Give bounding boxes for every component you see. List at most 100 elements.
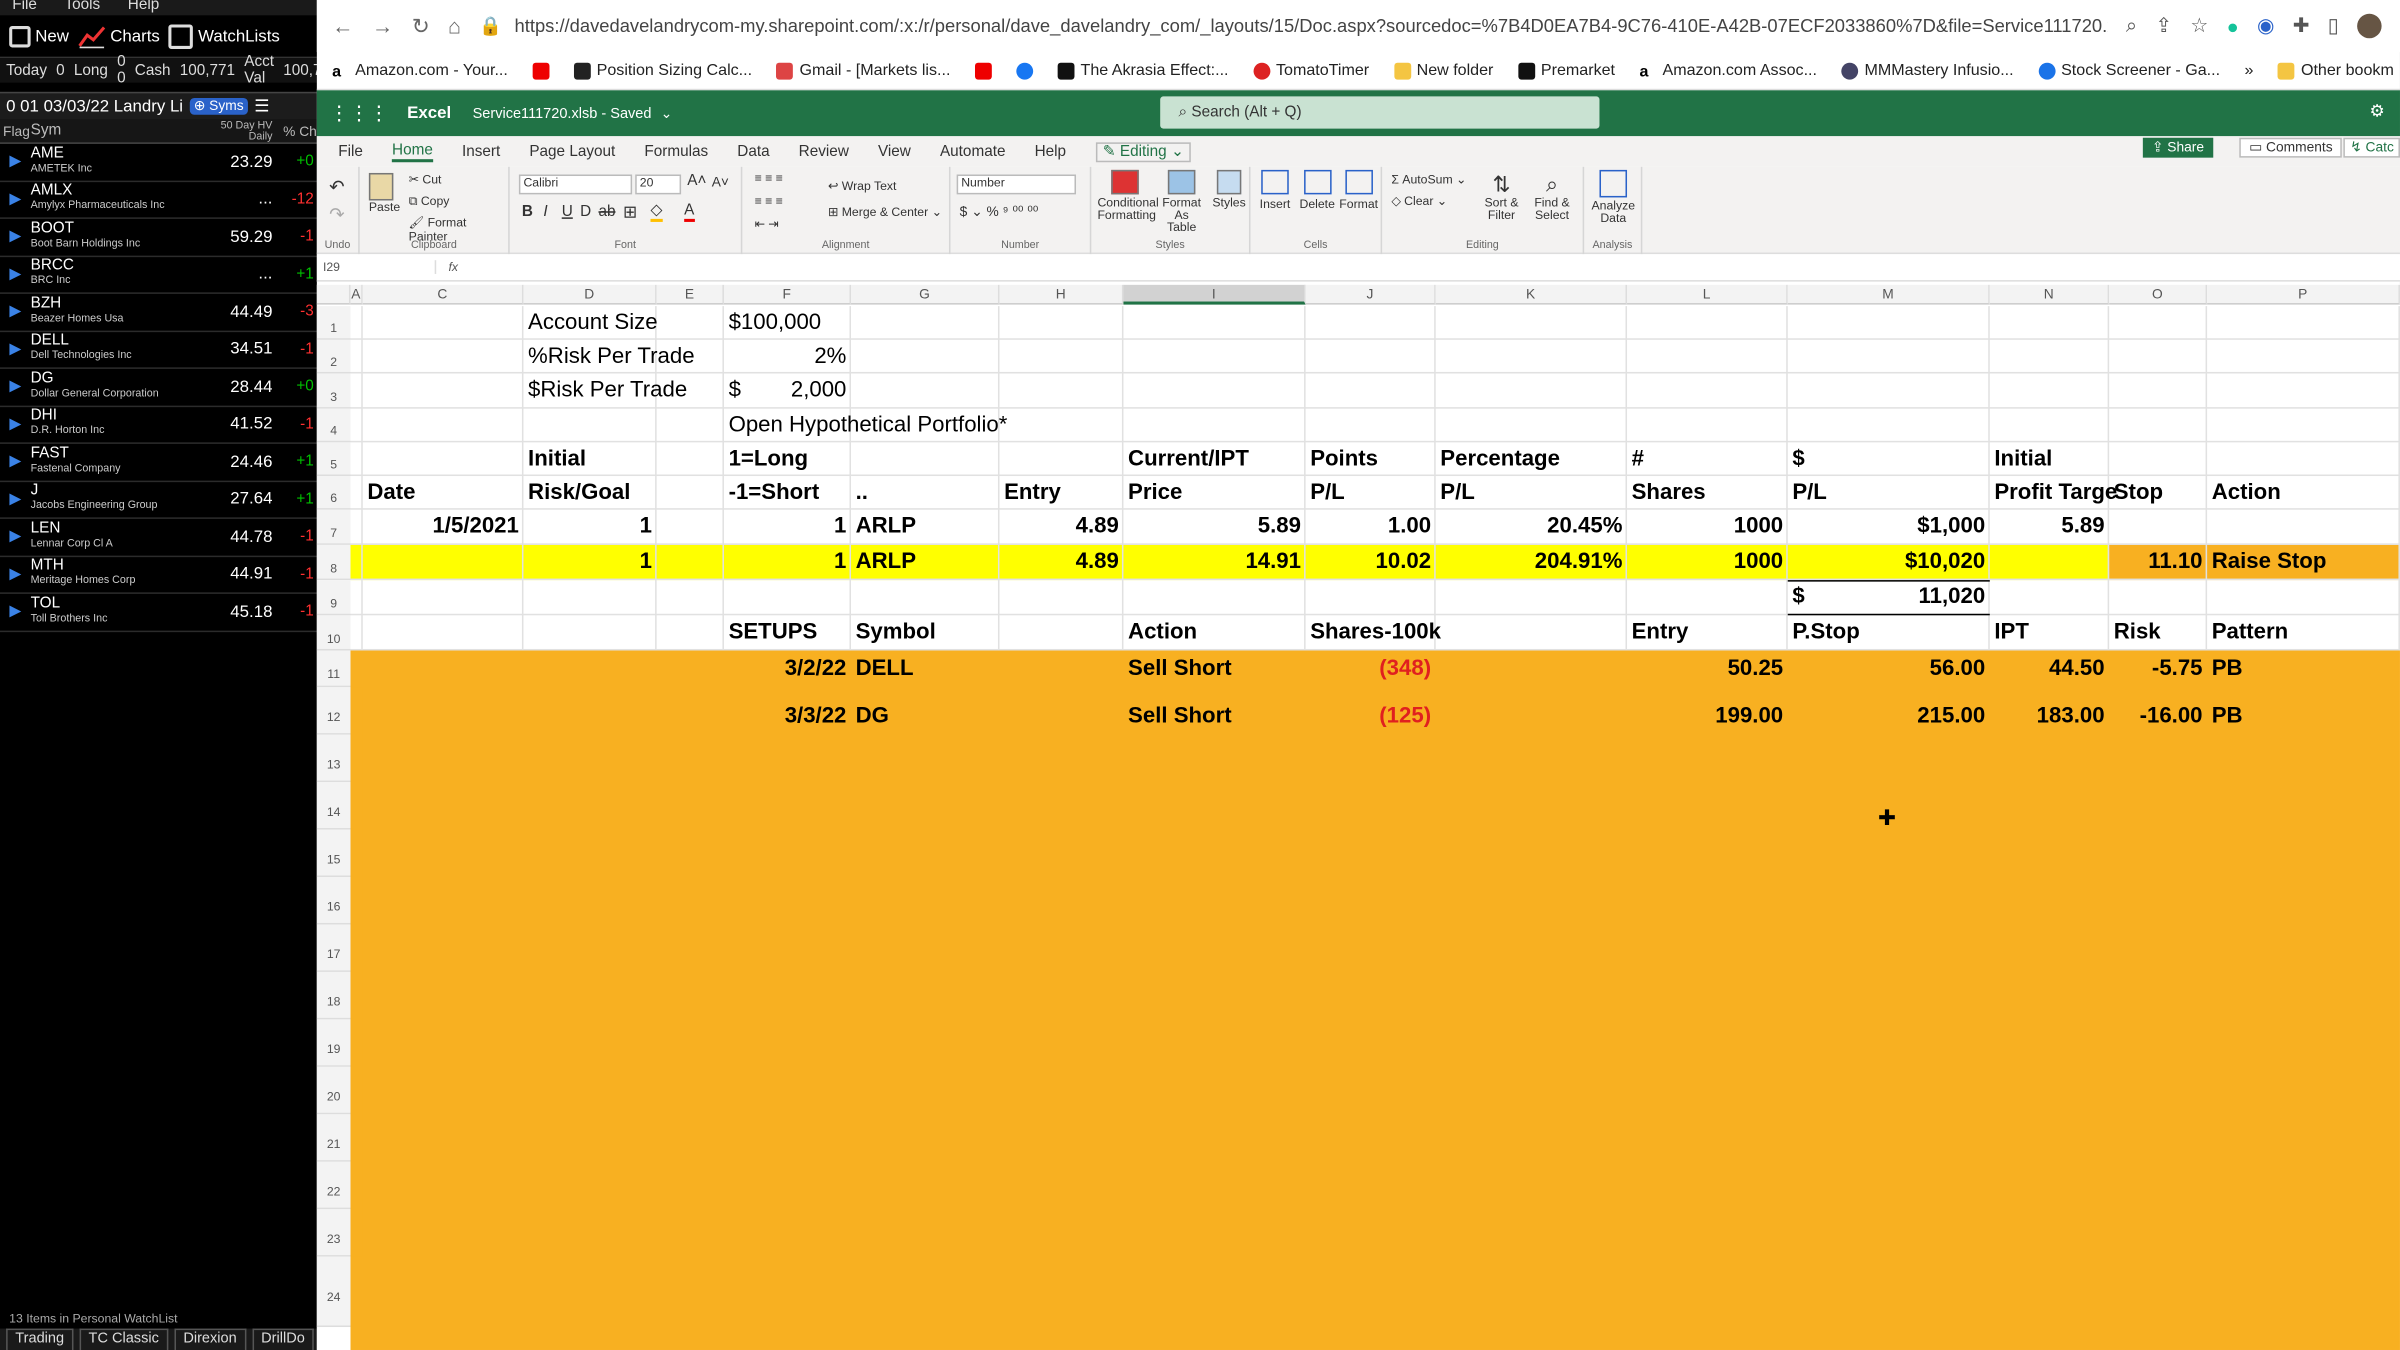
cell-f2[interactable]: 2% — [724, 340, 851, 375]
row-header[interactable]: 16 — [316, 877, 351, 925]
undo-icon[interactable]: ↶ — [329, 176, 344, 197]
row-header[interactable]: 2 — [316, 339, 351, 374]
column-header-a[interactable]: A — [350, 284, 363, 305]
tc-watchlists-button[interactable]: WatchLists — [169, 23, 280, 49]
strikethrough-icon[interactable]: ab — [598, 204, 615, 221]
cell-l11[interactable]: 50.25 — [1627, 652, 1788, 687]
watchlist-row[interactable]: ▶ BRCC BRC Inc... +1 — [0, 256, 317, 294]
watchlist-row[interactable]: ▶ AME AMETEK Inc 23.29 +0 — [0, 144, 317, 182]
autosum-button[interactable]: Σ AutoSum ⌄ — [1391, 173, 1466, 187]
cell-h6[interactable]: Entry — [999, 476, 1123, 511]
watchlist-title[interactable]: 0 01 03/03/22 Landry Li — [6, 97, 183, 115]
double-underline-icon[interactable]: D — [580, 204, 591, 221]
bookmark-amazon[interactable]: a Amazon.com - Your... — [332, 61, 508, 80]
flag-col-header[interactable]: Flag — [0, 123, 31, 138]
cell-g11[interactable]: DELL — [851, 652, 999, 687]
font-color-icon[interactable]: A — [684, 202, 695, 222]
cell-h8[interactable]: 4.89 — [999, 545, 1123, 580]
cell-i7[interactable]: 5.89 — [1123, 510, 1305, 545]
cell-j7[interactable]: 1.00 — [1306, 510, 1436, 545]
comments-button[interactable]: ▭ Comments — [2239, 137, 2342, 158]
share-icon[interactable]: ⇪ — [2155, 14, 2172, 38]
watchlist-row[interactable]: ▶ J Jacobs Engineering Group 27.64 +1 — [0, 481, 317, 519]
row-header[interactable]: 8 — [316, 544, 351, 581]
bookmark-tomatotimer[interactable]: TomatoTimer — [1253, 61, 1369, 80]
cell-o12[interactable]: -16.00 — [2109, 699, 2207, 734]
back-icon[interactable]: ← — [332, 14, 353, 38]
cell-o8[interactable]: 11.10 — [2109, 545, 2207, 580]
redo-icon[interactable]: ↷ — [329, 204, 344, 225]
flag-icon[interactable]: ▶ — [0, 191, 31, 208]
tab-page-layout[interactable]: Page Layout — [529, 143, 615, 160]
watchlist-row[interactable]: ▶ FAST Fastenal Company 24.46 +1 — [0, 444, 317, 482]
row-header[interactable]: 17 — [316, 924, 351, 972]
row-header[interactable]: 22 — [316, 1161, 351, 1210]
row-header[interactable]: 23 — [316, 1209, 351, 1257]
row-header[interactable]: 6 — [316, 476, 351, 510]
borders-icon[interactable]: ⊞ — [623, 202, 637, 222]
chg-col-header[interactable]: % Ch — [272, 123, 317, 138]
tab-drilldown[interactable]: DrillDo — [251, 1328, 314, 1350]
cell-k5[interactable]: Percentage — [1436, 442, 1627, 477]
file-chevron-icon[interactable]: ⌄ — [661, 105, 673, 122]
flag-icon[interactable]: ▶ — [0, 303, 31, 320]
cell-n6[interactable]: Profit Targe — [1990, 476, 2117, 511]
watchlist-row[interactable]: ▶ BZH Beazer Homes Usa 44.49 -3 — [0, 294, 317, 332]
column-header-h[interactable]: H — [999, 284, 1124, 305]
row-header[interactable]: 13 — [316, 734, 351, 783]
cell-f12[interactable]: 3/3/22 — [724, 699, 851, 734]
tab-home[interactable]: Home — [392, 142, 433, 162]
merge-center-button[interactable]: ⊞ Merge & Center ⌄ — [828, 205, 942, 219]
cell-g6[interactable]: .. — [851, 476, 999, 511]
bookmark-akrasia[interactable]: The Akrasia Effect:... — [1057, 61, 1229, 80]
cell-g12[interactable]: DG — [851, 699, 999, 734]
cell-l6[interactable]: Shares — [1627, 476, 1788, 511]
paste-button[interactable]: Paste — [368, 172, 400, 214]
column-header-e[interactable]: E — [656, 284, 724, 305]
cell-m11[interactable]: 56.00 — [1788, 652, 1990, 687]
row-header[interactable]: 7 — [316, 509, 351, 545]
cell-d5[interactable]: Initial — [523, 442, 656, 477]
cell-l10[interactable]: Entry — [1627, 615, 1788, 650]
puzzle-icon[interactable]: ✚ — [2293, 14, 2310, 38]
cell-o6[interactable]: Stop — [2109, 476, 2207, 511]
cell-c7[interactable]: 1/5/2021 — [363, 510, 524, 545]
cell-d2[interactable]: %Risk Per Trade — [523, 340, 695, 375]
cell-n11[interactable]: 44.50 — [1990, 652, 2109, 687]
cell-m9b[interactable]: 11,020 — [1788, 580, 1990, 615]
flag-icon[interactable]: ▶ — [0, 341, 31, 358]
wrap-text-button[interactable]: ↩ Wrap Text — [828, 179, 896, 193]
catch-up-button[interactable]: ↯ Catc — [2344, 137, 2400, 158]
cell-o10[interactable]: Risk — [2109, 615, 2207, 650]
bookmark-new-folder[interactable]: New folder — [1393, 61, 1493, 80]
tab-data[interactable]: Data — [737, 143, 769, 160]
sidebar-icon[interactable]: ▯ — [2328, 14, 2339, 38]
bookmark-facebook[interactable] — [1016, 61, 1034, 79]
row-header[interactable]: 12 — [316, 687, 351, 735]
cell-p11[interactable]: PB — [2207, 652, 2400, 687]
zoom-icon[interactable]: ⌕ — [2126, 14, 2137, 38]
cell-m5[interactable]: $ — [1788, 442, 1990, 477]
cell-i11[interactable]: Sell Short — [1123, 652, 1305, 687]
flag-icon[interactable]: ▶ — [0, 378, 31, 395]
cell-f10[interactable]: SETUPS — [724, 615, 851, 650]
cell-l8[interactable]: 1000 — [1627, 545, 1788, 580]
column-header-g[interactable]: G — [851, 284, 1000, 305]
cell-i8[interactable]: 14.91 — [1123, 545, 1305, 580]
flag-icon[interactable]: ▶ — [0, 491, 31, 508]
tab-review[interactable]: Review — [799, 143, 849, 160]
cell-p10[interactable]: Pattern — [2207, 615, 2400, 650]
flag-icon[interactable]: ▶ — [0, 416, 31, 433]
column-header-f[interactable]: F — [723, 284, 852, 305]
column-header-d[interactable]: D — [523, 284, 657, 305]
search-box[interactable]: ⌕ Search (Alt + Q) — [1160, 96, 1600, 129]
bookmark-amazon-assoc[interactable]: a Amazon.com Assoc... — [1639, 61, 1817, 80]
flag-icon[interactable]: ▶ — [0, 528, 31, 545]
cell-f7[interactable]: 1 — [724, 510, 851, 545]
fill-color-icon[interactable]: ◇ — [650, 202, 663, 222]
cell-styles-button[interactable]: Styles — [1211, 169, 1248, 210]
sym-col-header[interactable]: Sym — [31, 122, 196, 139]
watchlist-row[interactable]: ▶ DHI D.R. Horton Inc 41.52 -1 — [0, 406, 317, 444]
column-header-m[interactable]: M — [1787, 284, 1990, 305]
address-bar[interactable]: 🔒 https://davedavelandrycom-my.sharepoin… — [479, 6, 2107, 46]
